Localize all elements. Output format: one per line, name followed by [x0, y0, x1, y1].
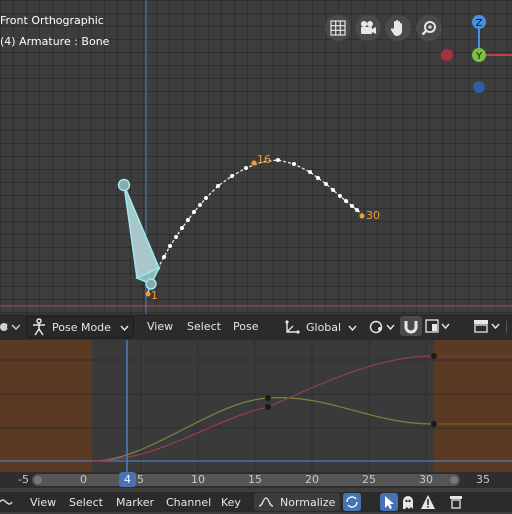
motion-path-points — [156, 158, 359, 270]
tick-label: -5 — [18, 473, 29, 486]
keyframe-16 — [251, 160, 257, 166]
scroll-handle-left[interactable] — [34, 476, 42, 484]
graph-canvas — [0, 340, 512, 488]
menu-view[interactable]: View — [30, 496, 56, 509]
magnet-icon — [404, 321, 418, 334]
frame-ruler[interactable]: -5 0 5 10 15 20 25 30 35 4 — [0, 472, 512, 488]
ghost-icon[interactable] — [400, 494, 416, 513]
editor-type-icon[interactable] — [0, 495, 18, 512]
normalize-label: Normalize — [280, 495, 336, 509]
graph-editor-header: View Select Marker Channel Key Normalize — [0, 492, 512, 512]
tick-label: 35 — [476, 473, 490, 486]
orientation-dropdown[interactable]: Global — [280, 316, 360, 338]
tick-label: 0 — [80, 473, 87, 486]
viewport-header: Pose Mode View Select Pose Global — [0, 314, 512, 340]
bone — [117, 178, 161, 290]
frame-label-1: 1 — [151, 289, 158, 302]
menu-pose[interactable]: Pose — [233, 320, 258, 333]
cursor-icon — [385, 496, 394, 509]
keyframe-30 — [359, 213, 365, 219]
f-curve-x — [91, 355, 435, 462]
frame-label-16: 16 — [257, 153, 271, 166]
tick-label: 15 — [248, 473, 262, 486]
transform-orientation-icon — [285, 320, 300, 334]
tick-label: 20 — [305, 473, 319, 486]
scene: 16 30 1 — [0, 0, 512, 314]
f-curve-y — [91, 397, 435, 462]
keyframe-point — [431, 421, 437, 427]
orientation-label: Global — [306, 320, 342, 334]
frame-label-30: 30 — [366, 209, 380, 222]
filter-icon[interactable] — [448, 494, 464, 513]
chevron-down-icon — [348, 321, 357, 334]
header-separator — [506, 321, 512, 333]
only-selected-button[interactable] — [380, 493, 398, 511]
mode-label: Pose Mode — [52, 320, 111, 334]
normalize-icon — [258, 497, 274, 507]
warning-icon[interactable] — [420, 494, 436, 513]
menu-select[interactable]: Select — [187, 320, 221, 333]
mode-dropdown[interactable]: Pose Mode — [26, 316, 134, 338]
tick-label: 25 — [362, 473, 376, 486]
keyframe-point — [265, 395, 271, 401]
current-frame-indicator[interactable]: 4 — [119, 472, 136, 487]
keyframe-point — [265, 404, 271, 410]
auto-normalize-button[interactable] — [343, 493, 361, 511]
normalize-toggle[interactable]: Normalize — [254, 493, 340, 511]
keyframe-point — [431, 353, 437, 359]
menu-channel[interactable]: Channel — [166, 496, 211, 509]
scroll-handle-right[interactable] — [450, 476, 458, 484]
graph-editor[interactable]: -5 0 5 10 15 20 25 30 35 4 — [0, 340, 512, 488]
menu-marker[interactable]: Marker — [116, 496, 154, 509]
menu-view[interactable]: View — [147, 320, 173, 333]
tick-label: 30 — [419, 473, 433, 486]
keyframe-1 — [145, 291, 151, 297]
range-scrollbar[interactable] — [32, 474, 460, 486]
tick-label: 10 — [191, 473, 205, 486]
chevron-down-icon — [120, 321, 129, 334]
menu-select[interactable]: Select — [69, 496, 103, 509]
editor-type-icon[interactable] — [0, 318, 21, 339]
proportional-editing-icon[interactable] — [472, 318, 506, 337]
refresh-icon — [346, 496, 358, 508]
snap-toggle[interactable] — [400, 316, 422, 336]
motion-path — [147, 159, 363, 293]
pivot-icon[interactable] — [368, 319, 396, 338]
tick-label: 5 — [137, 473, 144, 486]
pose-icon — [33, 318, 45, 336]
snap-target-icon[interactable] — [424, 318, 454, 337]
3d-viewport[interactable]: Front Orthographic (4) Armature : Bone Z… — [0, 0, 512, 314]
menu-key[interactable]: Key — [221, 496, 241, 509]
